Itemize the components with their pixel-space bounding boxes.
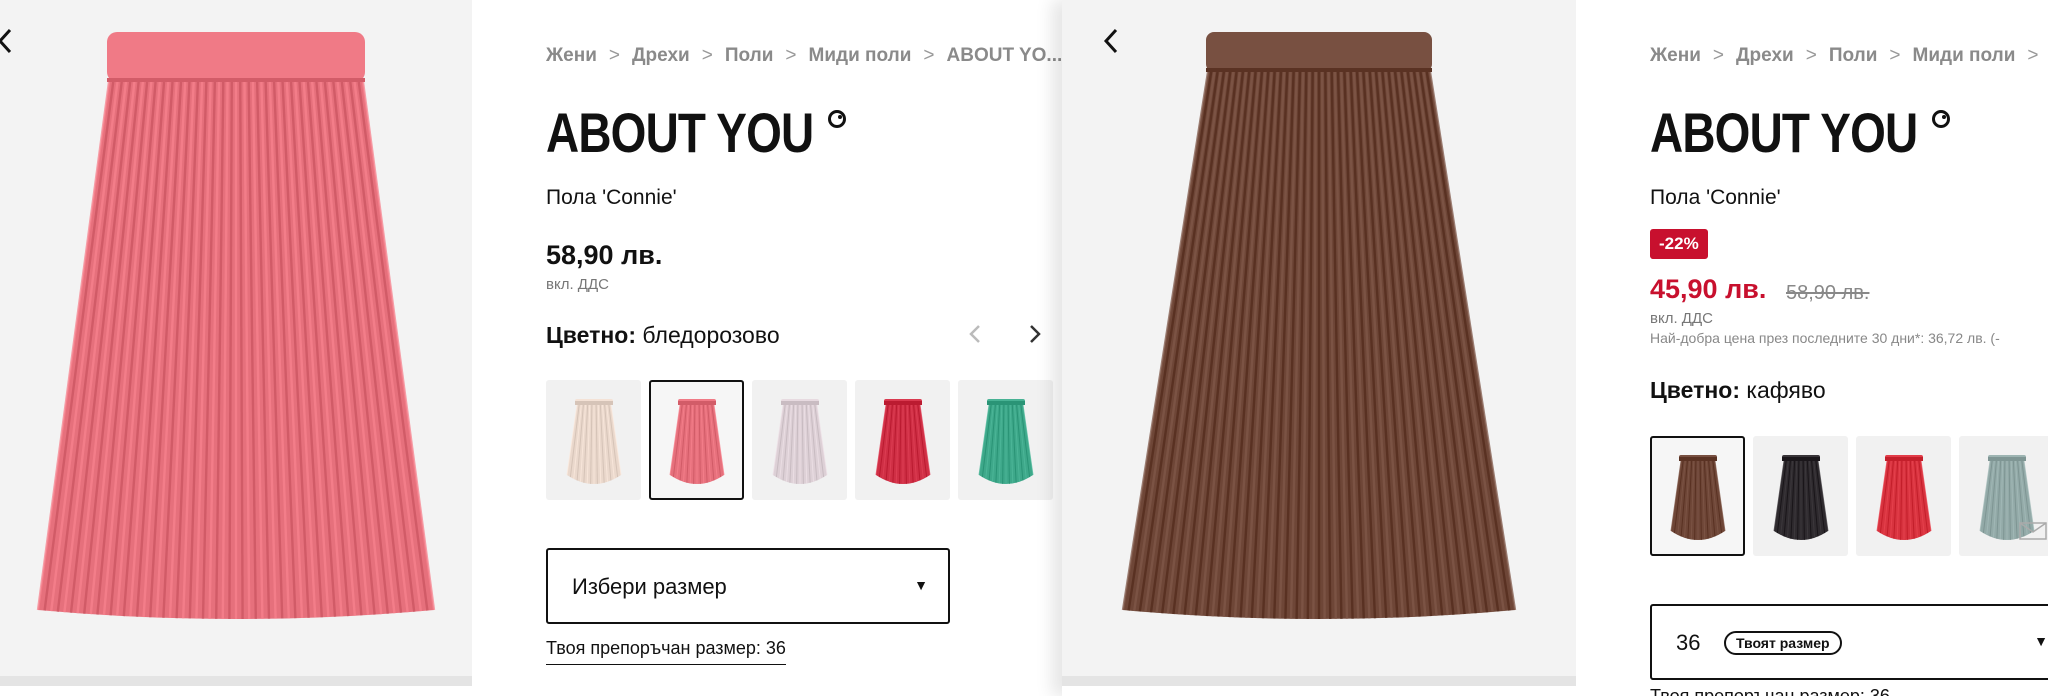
chevron-right-icon: > bbox=[608, 45, 621, 66]
swatch-skirt-thumbnail bbox=[566, 399, 621, 484]
your-size-badge: Твоят размер bbox=[1724, 631, 1842, 655]
product-image-pink-skirt[interactable] bbox=[0, 0, 472, 686]
color-swatch[interactable] bbox=[1856, 436, 1951, 556]
chevron-right-icon: > bbox=[2027, 45, 2039, 66]
envelope-icon[interactable] bbox=[2018, 520, 2048, 547]
breadcrumb-skirts[interactable]: Поли bbox=[725, 45, 774, 67]
chevron-right-icon: > bbox=[701, 45, 713, 66]
color-label: Цветно: бледорозово bbox=[546, 322, 780, 349]
chevron-right-icon[interactable] bbox=[1024, 322, 1044, 346]
back-arrow-icon[interactable] bbox=[1100, 26, 1124, 56]
brown-skirt-image bbox=[1121, 32, 1517, 619]
breadcrumb-skirts[interactable]: Поли bbox=[1829, 45, 1878, 67]
recommended-size-link[interactable]: Твоя препоръчан размер: 36 bbox=[546, 638, 786, 665]
color-label-title: Цветно: bbox=[1650, 377, 1740, 403]
chevron-right-icon: > bbox=[923, 45, 935, 66]
sale-price: 45,90 лв. bbox=[1650, 274, 1767, 304]
caret-down-icon: ▼ bbox=[2034, 633, 2048, 649]
product-page-right: Жени>Дрехи>Поли>Миди поли>A ABOUT YOU По… bbox=[1062, 0, 2048, 696]
breadcrumb-midi-skirts[interactable]: Миди поли bbox=[1913, 45, 2016, 67]
product-image-brown-skirt[interactable] bbox=[1062, 0, 1576, 686]
color-value: кафяво bbox=[1746, 377, 1826, 403]
product-name: Пола 'Connie' bbox=[1650, 186, 1781, 209]
vat-note: вкл. ДДС bbox=[546, 276, 609, 293]
thumbnail-strip-edge bbox=[0, 676, 472, 686]
swatch-skirt-thumbnail bbox=[1876, 455, 1931, 540]
swatch-skirt-thumbnail bbox=[772, 399, 827, 484]
breadcrumb: Жени>Дрехи>Поли>Миди поли>A bbox=[1650, 45, 2048, 67]
breadcrumb-clothing[interactable]: Дрехи bbox=[1736, 45, 1794, 67]
color-swatch[interactable] bbox=[958, 380, 1053, 500]
thumbnail-strip-edge bbox=[1062, 676, 1576, 686]
product-name: Пола 'Connie' bbox=[546, 186, 677, 209]
brand-logo[interactable]: ABOUT YOU bbox=[546, 100, 814, 165]
lowest-price-note: Най-добра цена през последните 30 дни*: … bbox=[1650, 330, 2000, 346]
color-swatch[interactable] bbox=[752, 380, 847, 500]
brand-logo[interactable]: ABOUT YOU bbox=[1650, 100, 1918, 165]
swatch-skirt-thumbnail bbox=[875, 399, 930, 484]
caret-down-icon: ▼ bbox=[914, 577, 928, 593]
recommended-size-link[interactable]: Твоя препоръчан размер: 36 bbox=[1650, 686, 1890, 696]
color-swatch[interactable] bbox=[649, 380, 744, 500]
chevron-right-icon: > bbox=[1805, 45, 1817, 66]
selected-size: 36 bbox=[1676, 630, 1701, 655]
breadcrumb-women[interactable]: Жени bbox=[546, 45, 597, 67]
price: 58,90 лв. bbox=[546, 240, 663, 270]
color-label-title: Цветно: bbox=[546, 322, 636, 348]
color-label: Цветно: кафяво bbox=[1650, 377, 1826, 404]
color-swatch[interactable] bbox=[1753, 436, 1848, 556]
discount-badge: -22% bbox=[1650, 229, 1708, 259]
product-page-left: Жени > Дрехи > Поли > Миди поли > ABOUT YO... AB… bbox=[0, 0, 1062, 696]
brand-logo-mark-icon bbox=[828, 110, 846, 128]
swatch-skirt-thumbnail bbox=[1670, 455, 1725, 540]
chevron-right-icon: > bbox=[1889, 45, 1901, 66]
color-swatch-list bbox=[1650, 436, 2048, 556]
color-swatch[interactable] bbox=[855, 380, 950, 500]
chevron-left-icon[interactable] bbox=[966, 322, 986, 346]
breadcrumb-women[interactable]: Жени bbox=[1650, 45, 1701, 67]
breadcrumb: Жени > Дрехи > Поли > Миди поли > ABOUT YO... bbox=[546, 45, 1062, 67]
vat-note: вкл. ДДС bbox=[1650, 310, 1713, 327]
size-select-label: Избери размер bbox=[572, 574, 727, 599]
swatch-skirt-thumbnail bbox=[1773, 455, 1828, 540]
color-swatch-list bbox=[546, 380, 1053, 500]
color-swatch[interactable] bbox=[1650, 436, 1745, 556]
size-select[interactable]: 36 Твоят размер ▼ bbox=[1650, 604, 2048, 680]
swatch-skirt-thumbnail bbox=[669, 399, 724, 484]
size-select[interactable]: Избери размер ▼ bbox=[546, 548, 950, 624]
breadcrumb-brand[interactable]: ABOUT YO... bbox=[947, 45, 1063, 67]
color-value: бледорозово bbox=[642, 322, 780, 348]
pink-skirt-image bbox=[36, 32, 436, 619]
original-price: 58,90 лв. bbox=[1786, 282, 1870, 304]
chevron-right-icon: > bbox=[1712, 45, 1725, 66]
back-arrow-icon[interactable] bbox=[0, 26, 18, 56]
color-swatch[interactable] bbox=[546, 380, 641, 500]
brand-logo-mark-icon bbox=[1932, 110, 1950, 128]
swatch-skirt-thumbnail bbox=[978, 399, 1033, 484]
chevron-right-icon: > bbox=[785, 45, 797, 66]
breadcrumb-clothing[interactable]: Дрехи bbox=[632, 45, 690, 67]
breadcrumb-midi-skirts[interactable]: Миди поли bbox=[809, 45, 912, 67]
